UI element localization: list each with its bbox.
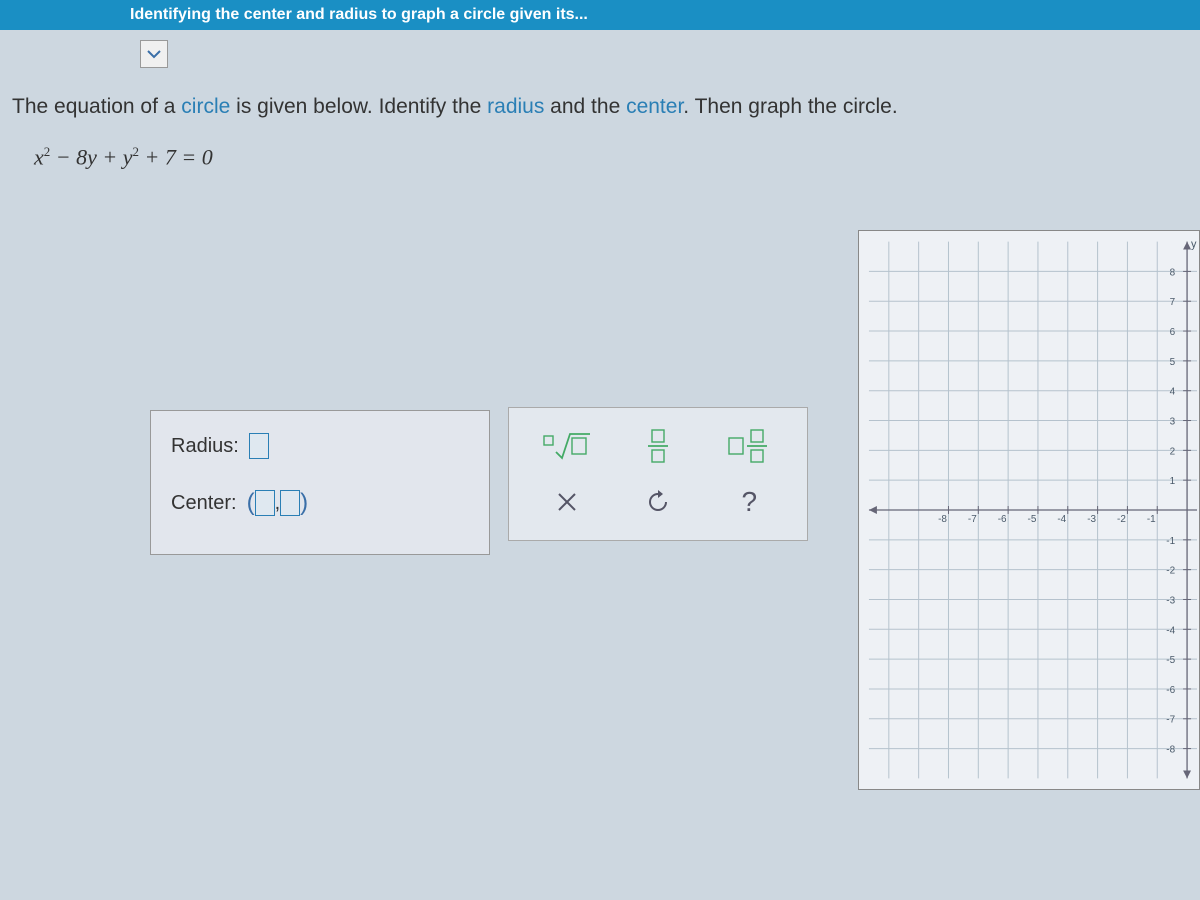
link-center[interactable]: center — [626, 95, 683, 118]
radius-label: Radius: — [171, 435, 239, 458]
math-toolbox: ? — [508, 407, 808, 541]
svg-text:-8: -8 — [1166, 745, 1175, 756]
coordinate-grid[interactable]: y -8 -7 -6 -5 -4 -3 -2 -1 8 7 6 5 4 3 2 … — [859, 231, 1199, 789]
svg-text:-6: -6 — [1166, 685, 1175, 696]
root-icon — [542, 430, 592, 462]
undo-icon — [645, 489, 671, 515]
equation: x2 − 8y + y2 + 7 = 0 — [34, 144, 1188, 170]
page-title: Identifying the center and radius to gra… — [130, 6, 588, 24]
center-x-input[interactable] — [255, 490, 275, 516]
link-radius[interactable]: radius — [487, 95, 544, 118]
collapse-toggle[interactable] — [140, 40, 168, 68]
fraction-icon — [646, 428, 670, 464]
clear-button[interactable] — [537, 480, 597, 524]
radius-input[interactable] — [249, 433, 269, 459]
svg-text:8: 8 — [1170, 267, 1176, 278]
mixed-number-icon — [727, 428, 771, 464]
close-paren: ) — [300, 489, 308, 517]
svg-text:-1: -1 — [1166, 536, 1175, 547]
y-tick-labels-neg: -1 -2 -3 -4 -5 -6 -7 -8 — [1166, 536, 1175, 756]
svg-text:4: 4 — [1170, 387, 1176, 398]
page-header: Identifying the center and radius to gra… — [0, 0, 1200, 30]
center-row: Center: ( , ) — [171, 489, 469, 517]
svg-text:7: 7 — [1170, 297, 1176, 308]
svg-text:2: 2 — [1170, 446, 1176, 457]
y-axis-label: y — [1191, 239, 1197, 251]
answer-box: Radius: Center: ( , ) — [150, 410, 490, 555]
svg-text:-3: -3 — [1087, 514, 1096, 525]
radius-row: Radius: — [171, 433, 469, 459]
svg-text:-2: -2 — [1117, 514, 1126, 525]
svg-text:-5: -5 — [1028, 514, 1037, 525]
question-panel: The equation of a circle is given below.… — [0, 75, 1200, 170]
center-y-input[interactable] — [280, 490, 300, 516]
svg-text:5: 5 — [1170, 357, 1176, 368]
svg-text:-3: -3 — [1166, 595, 1175, 606]
svg-text:-4: -4 — [1166, 625, 1175, 636]
nth-root-button[interactable] — [537, 424, 597, 468]
help-icon: ? — [742, 486, 758, 518]
svg-text:-5: -5 — [1166, 655, 1175, 666]
svg-text:1: 1 — [1170, 476, 1176, 487]
x-tick-labels: -8 -7 -6 -5 -4 -3 -2 -1 — [938, 514, 1156, 525]
question-text: The equation of a circle is given below.… — [12, 90, 1188, 124]
mixed-number-button[interactable] — [719, 424, 779, 468]
fraction-button[interactable] — [628, 424, 688, 468]
svg-text:-7: -7 — [968, 514, 977, 525]
link-circle[interactable]: circle — [181, 95, 230, 118]
svg-text:6: 6 — [1170, 327, 1176, 338]
open-paren: ( — [247, 489, 255, 517]
y-tick-labels-pos: 8 7 6 5 4 3 2 1 — [1170, 267, 1176, 487]
help-button[interactable]: ? — [719, 480, 779, 524]
close-icon — [556, 491, 578, 513]
chevron-down-icon — [147, 49, 161, 59]
svg-text:-8: -8 — [938, 514, 947, 525]
svg-text:-4: -4 — [1057, 514, 1066, 525]
svg-text:-7: -7 — [1166, 715, 1175, 726]
svg-text:-6: -6 — [998, 514, 1007, 525]
svg-text:-2: -2 — [1166, 566, 1175, 577]
graph-panel[interactable]: y -8 -7 -6 -5 -4 -3 -2 -1 8 7 6 5 4 3 2 … — [858, 230, 1200, 790]
center-label: Center: — [171, 492, 237, 515]
svg-text:3: 3 — [1170, 417, 1176, 428]
svg-text:-1: -1 — [1147, 514, 1156, 525]
reset-button[interactable] — [628, 480, 688, 524]
